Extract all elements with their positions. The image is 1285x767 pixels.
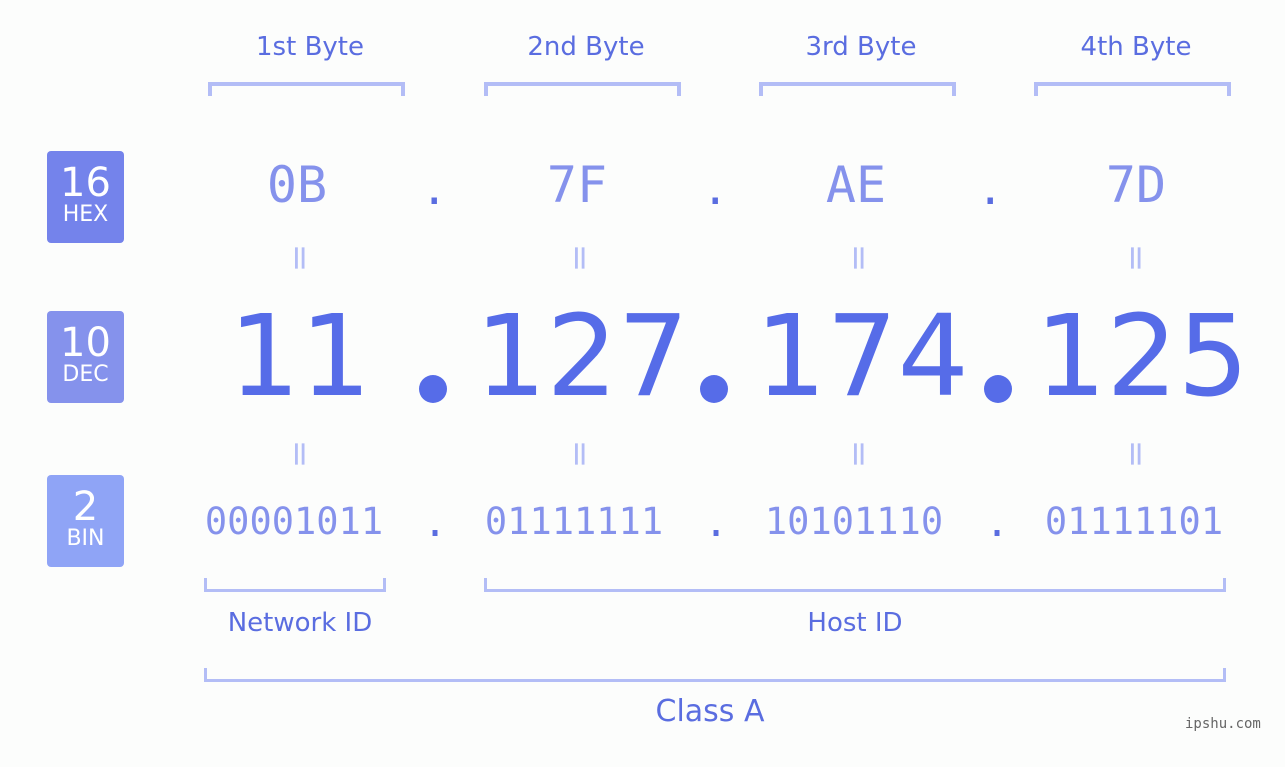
host-id-bracket [484, 578, 1226, 592]
equals-icon: = [560, 243, 600, 273]
dec-separator-3 [984, 375, 1012, 403]
network-id-bracket [204, 578, 386, 592]
hex-byte-3: AE [825, 156, 887, 214]
dec-byte-3: 174 [755, 292, 969, 422]
byte-header-1: 1st Byte [256, 32, 364, 62]
hex-byte-4: 7D [1105, 156, 1167, 214]
bin-separator-3: . [985, 500, 1010, 546]
network-id-label: Network ID [227, 608, 373, 638]
host-id-label: Host ID [807, 608, 903, 638]
bin-badge: 2 BIN [47, 475, 124, 567]
equals-icon: = [1116, 439, 1156, 469]
equals-icon: = [280, 439, 320, 469]
hex-base-number: 16 [60, 160, 111, 206]
bin-byte-2: 01111111 [484, 500, 664, 543]
bin-base-label: BIN [66, 526, 105, 551]
bin-byte-3: 10101110 [764, 500, 944, 543]
hex-separator-2: . [702, 164, 729, 215]
class-label: Class A [655, 694, 765, 729]
hex-byte-1: 0B [266, 156, 328, 214]
equals-icon: = [280, 243, 320, 273]
hex-separator-3: . [977, 164, 1004, 215]
hex-base-label: HEX [62, 202, 109, 227]
bin-byte-4: 01111101 [1044, 500, 1224, 543]
equals-icon: = [1116, 243, 1156, 273]
dec-separator-2 [700, 375, 728, 403]
byte-header-3: 3rd Byte [805, 32, 917, 62]
watermark: ipshu.com [1185, 716, 1261, 732]
hex-badge: 16 HEX [47, 151, 124, 243]
dec-byte-4: 125 [1035, 292, 1249, 422]
dec-byte-2: 127 [475, 292, 689, 422]
equals-icon: = [839, 439, 879, 469]
equals-icon: = [560, 439, 600, 469]
dec-base-number: 10 [60, 320, 111, 366]
bin-separator-2: . [704, 500, 729, 546]
class-bracket [204, 668, 1226, 682]
dec-separator-1 [419, 375, 447, 403]
byte-bracket-2 [484, 82, 681, 96]
hex-separator-1: . [421, 164, 448, 215]
bin-separator-1: . [423, 500, 448, 546]
bin-base-number: 2 [72, 484, 99, 530]
byte-bracket-4 [1034, 82, 1231, 96]
dec-badge: 10 DEC [47, 311, 124, 403]
equals-icon: = [839, 243, 879, 273]
hex-byte-2: 7F [546, 156, 608, 214]
byte-header-4: 4th Byte [1080, 32, 1192, 62]
byte-bracket-1 [208, 82, 405, 96]
byte-header-2: 2nd Byte [527, 32, 645, 62]
dec-byte-1: 11 [228, 292, 372, 422]
byte-bracket-3 [759, 82, 956, 96]
bin-byte-1: 00001011 [204, 500, 384, 543]
dec-base-label: DEC [62, 362, 109, 387]
